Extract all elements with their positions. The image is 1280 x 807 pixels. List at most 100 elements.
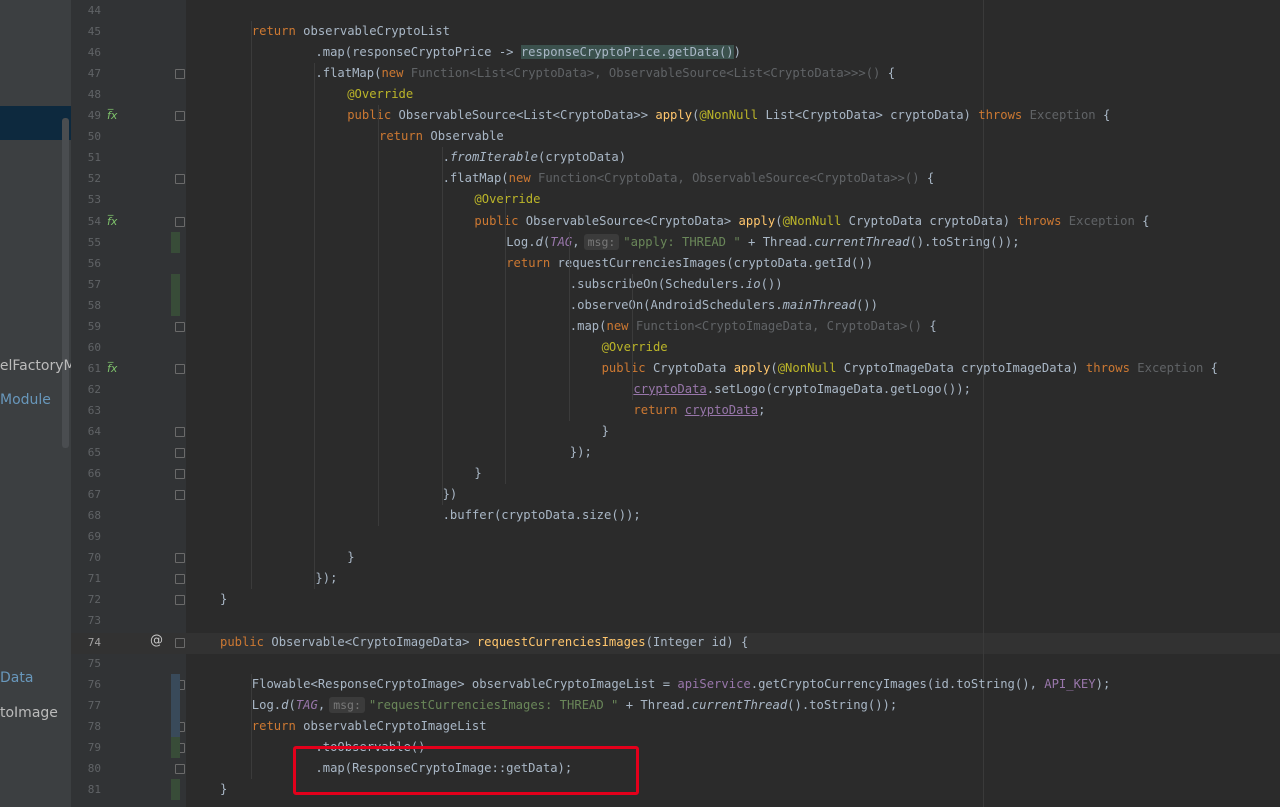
line-number[interactable]: 59	[71, 316, 101, 337]
code-line[interactable]: public Observable<CryptoImageData> reque…	[220, 632, 748, 653]
vcs-change-bar[interactable]	[171, 736, 180, 758]
code-line[interactable]: .subscribeOn(Schedulers.io())	[570, 274, 783, 295]
code-line[interactable]: })	[443, 484, 458, 505]
code-line[interactable]: @Override	[474, 189, 540, 210]
line-number[interactable]: 44	[71, 0, 101, 21]
line-number[interactable]: 66	[71, 463, 101, 484]
implementation-marker-icon[interactable]: @	[150, 633, 163, 648]
line-number[interactable]: 53	[71, 189, 101, 210]
code-line[interactable]: @Override	[347, 84, 413, 105]
line-number[interactable]: 75	[71, 653, 101, 674]
line-number[interactable]: 81	[71, 779, 101, 800]
code-line[interactable]: }	[220, 589, 227, 610]
fold-marker-icon[interactable]	[175, 574, 185, 585]
code-line[interactable]: }	[347, 547, 354, 568]
fold-marker-icon[interactable]	[175, 363, 185, 374]
project-tool-window[interactable]: lelFactoryM Module Data toImage	[0, 0, 71, 807]
code-line[interactable]: .map(responseCryptoPrice -> responseCryp…	[315, 42, 741, 63]
vcs-change-bar[interactable]	[171, 231, 180, 253]
code-line[interactable]: return cryptoData;	[633, 400, 765, 421]
line-number[interactable]: 51	[71, 147, 101, 168]
sidebar-item[interactable]: toImage	[0, 705, 58, 721]
sidebar-selected-row[interactable]	[0, 106, 71, 140]
code-line[interactable]: public ObservableSource<List<CryptoData>…	[347, 105, 1110, 126]
line-number[interactable]: 54	[71, 211, 101, 232]
line-number[interactable]: 74	[71, 632, 101, 653]
line-number[interactable]: 50	[71, 126, 101, 147]
code-line[interactable]: return observableCryptoImageList	[252, 716, 487, 737]
code-line[interactable]: public CryptoData apply(@NonNull CryptoI…	[602, 358, 1218, 379]
code-line[interactable]: Log.d(TAG, msg: "apply: THREAD " + Thread.…	[506, 232, 1020, 253]
code-line[interactable]: .buffer(cryptoData.size());	[443, 505, 641, 526]
code-line[interactable]: }	[474, 463, 481, 484]
line-number[interactable]: 55	[71, 232, 101, 253]
fold-marker-icon[interactable]	[175, 427, 185, 437]
line-number[interactable]: 49	[71, 105, 101, 126]
line-number[interactable]: 72	[71, 589, 101, 610]
line-number[interactable]: 47	[71, 63, 101, 84]
code-line[interactable]: });	[315, 568, 337, 589]
line-number[interactable]: 77	[71, 695, 101, 716]
line-number[interactable]: 69	[71, 526, 101, 547]
line-number[interactable]: 67	[71, 484, 101, 505]
vcs-change-bar[interactable]	[171, 273, 180, 316]
line-number[interactable]: 61	[71, 358, 101, 379]
line-number[interactable]: 80	[71, 758, 101, 779]
fold-marker-icon[interactable]	[175, 490, 185, 501]
line-number[interactable]: 62	[71, 379, 101, 400]
fold-marker-icon[interactable]	[175, 595, 185, 606]
line-number[interactable]: 45	[71, 21, 101, 42]
code-line[interactable]: return observableCryptoList	[252, 21, 450, 42]
vcs-change-bar[interactable]	[171, 778, 180, 800]
code-line[interactable]: }	[602, 421, 609, 442]
override-marker-icon[interactable]: f̅x	[107, 109, 117, 122]
fold-marker-icon[interactable]	[175, 469, 185, 480]
vcs-change-bar[interactable]	[171, 673, 180, 737]
line-number[interactable]: 52	[71, 168, 101, 189]
fold-marker-icon[interactable]	[175, 637, 185, 648]
sidebar-scrollbar[interactable]	[62, 118, 69, 448]
code-line[interactable]: Flowable<ResponseCryptoImage> observable…	[252, 674, 1111, 695]
fold-marker-icon[interactable]	[175, 111, 185, 122]
code-line[interactable]: public ObservableSource<CryptoData> appl…	[474, 211, 1149, 232]
code-line[interactable]: .fromIterable(cryptoData)	[443, 147, 626, 168]
override-marker-icon[interactable]: f̅x	[107, 362, 117, 375]
sidebar-item[interactable]: Data	[0, 670, 33, 686]
code-line[interactable]: @Override	[602, 337, 668, 358]
fold-marker-icon[interactable]	[175, 174, 185, 185]
sidebar-item[interactable]: Module	[0, 392, 51, 408]
fold-marker-icon[interactable]	[175, 763, 185, 774]
sidebar-item[interactable]: lelFactoryM	[0, 358, 71, 374]
line-number[interactable]: 65	[71, 442, 101, 463]
code-line[interactable]: .observeOn(AndroidSchedulers.mainThread(…	[570, 295, 878, 316]
line-number[interactable]: 68	[71, 505, 101, 526]
fold-marker-icon[interactable]	[175, 216, 185, 227]
line-number[interactable]: 63	[71, 400, 101, 421]
code-line[interactable]: return Observable	[379, 126, 504, 147]
fold-marker-icon[interactable]	[175, 321, 185, 332]
fold-marker-icon[interactable]	[175, 553, 185, 564]
override-marker-icon[interactable]: f̅x	[107, 215, 117, 228]
code-line[interactable]: Log.d(TAG, msg: "requestCurrenciesImages: …	[252, 695, 897, 716]
line-number[interactable]: 78	[71, 716, 101, 737]
line-number[interactable]: 56	[71, 253, 101, 274]
line-number[interactable]: 48	[71, 84, 101, 105]
line-number[interactable]: 58	[71, 295, 101, 316]
line-number[interactable]: 76	[71, 674, 101, 695]
code-line[interactable]: }	[220, 779, 227, 800]
line-number[interactable]: 70	[71, 547, 101, 568]
fold-marker-icon[interactable]	[175, 69, 185, 80]
line-number[interactable]: 57	[71, 274, 101, 295]
code-line[interactable]: .map(new Function<CryptoImageData, Crypt…	[570, 316, 937, 337]
code-line[interactable]: .flatMap(new Function<List<CryptoData>, …	[315, 63, 895, 84]
line-number[interactable]: 46	[71, 42, 101, 63]
code-line[interactable]: .flatMap(new Function<CryptoData, Observ…	[443, 168, 935, 189]
line-number[interactable]: 71	[71, 568, 101, 589]
code-line[interactable]: cryptoData.setLogo(cryptoImageData.getLo…	[633, 379, 971, 400]
fold-marker-icon[interactable]	[175, 448, 185, 459]
line-number[interactable]: 64	[71, 421, 101, 442]
line-number[interactable]: 73	[71, 610, 101, 631]
code-line[interactable]: });	[570, 442, 592, 463]
line-number[interactable]: 79	[71, 737, 101, 758]
code-line[interactable]: return requestCurrenciesImages(cryptoDat…	[506, 253, 873, 274]
